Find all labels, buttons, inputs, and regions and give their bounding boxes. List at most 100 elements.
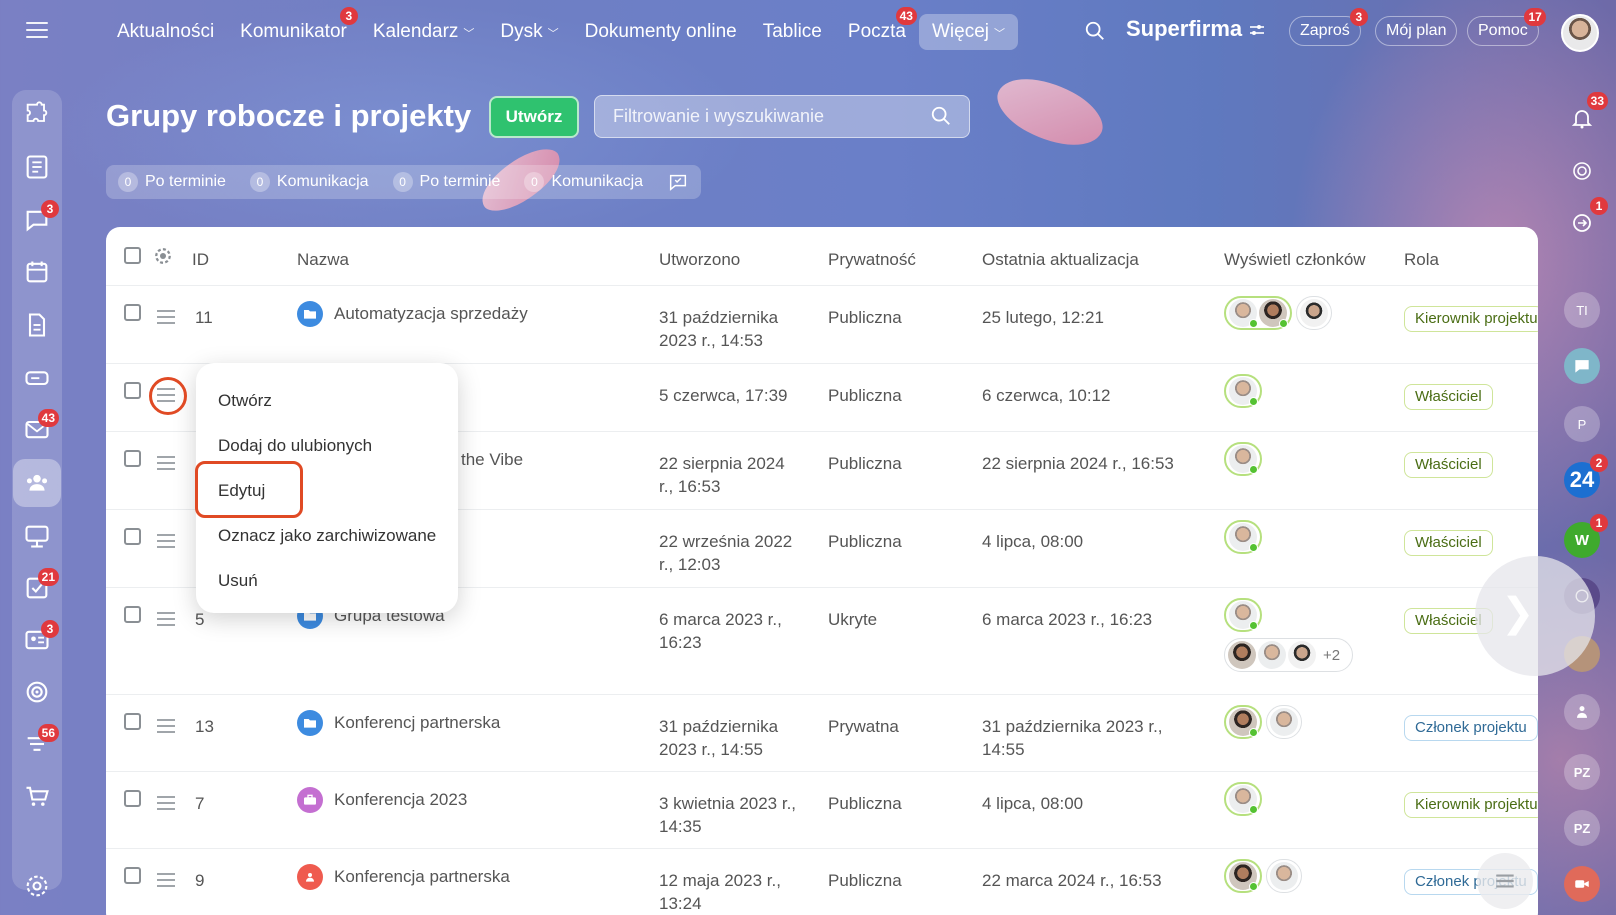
group-name-link[interactable]: Automatyzacja sprzedaży xyxy=(297,301,528,327)
group-name-link[interactable]: Konferencja 2023 xyxy=(297,787,467,813)
row-checkbox[interactable] xyxy=(124,382,141,399)
row-menu-icon[interactable] xyxy=(157,534,175,548)
group-name-link[interactable]: the Vibe xyxy=(461,448,523,471)
w-contact-avatar[interactable]: W1 xyxy=(1564,514,1608,558)
cart-icon[interactable] xyxy=(23,782,51,810)
bitrix24-button[interactable]: 24 2 xyxy=(1564,454,1608,498)
row-menu-icon[interactable] xyxy=(157,719,175,733)
presentation-icon[interactable] xyxy=(23,522,51,550)
more-members-count[interactable]: +2 xyxy=(1323,647,1340,664)
counter-overdue[interactable]: 0 Po terminie xyxy=(118,172,226,192)
search-icon[interactable] xyxy=(1084,20,1106,42)
column-header-last-update[interactable]: Ostatnia aktualizacja xyxy=(982,250,1139,270)
scroll-right-button[interactable]: ❯ xyxy=(1475,556,1595,676)
member-avatar[interactable] xyxy=(1229,708,1258,737)
nav-item-drive[interactable]: Dysk ﹀ xyxy=(487,14,571,50)
invite-button[interactable]: Zaproś 3 xyxy=(1289,8,1368,46)
feed-filter-icon[interactable]: 56 xyxy=(23,724,59,758)
members-list[interactable] xyxy=(1224,782,1266,816)
gear-icon[interactable] xyxy=(154,247,172,265)
news-feed-icon[interactable] xyxy=(23,153,51,181)
members-list[interactable] xyxy=(1224,705,1306,739)
chat-icon[interactable]: 3 xyxy=(23,200,59,234)
member-avatar[interactable] xyxy=(1270,862,1298,890)
member-avatar[interactable] xyxy=(1229,785,1258,814)
menu-item-delete[interactable]: Usuń xyxy=(218,571,258,591)
member-avatar[interactable] xyxy=(1229,445,1258,474)
menu-item-archive[interactable]: Oznacz jako zarchiwizowane xyxy=(218,526,436,546)
mail-icon[interactable]: 43 xyxy=(23,409,59,443)
member-avatar[interactable] xyxy=(1288,641,1316,669)
members-list[interactable] xyxy=(1224,442,1266,476)
member-avatar[interactable] xyxy=(1229,862,1258,891)
bell-icon[interactable]: 33 xyxy=(1564,92,1608,136)
settings-gear-icon[interactable] xyxy=(23,872,51,900)
create-button[interactable]: Utwórz xyxy=(489,96,579,138)
my-plan-button[interactable]: Mój plan xyxy=(1375,16,1458,46)
table-row[interactable]: 9 Konferencja partnerska 12 maja 2023 r.… xyxy=(106,848,1538,915)
settings-sliders-icon[interactable] xyxy=(1249,22,1265,38)
row-checkbox[interactable] xyxy=(124,304,141,321)
drive-icon[interactable] xyxy=(23,363,51,391)
table-row[interactable]: 11 Automatyzacja sprzedaży 31 październi… xyxy=(106,285,1538,363)
row-checkbox[interactable] xyxy=(124,867,141,884)
select-all-checkbox[interactable] xyxy=(124,247,141,264)
nav-item-news[interactable]: Aktualności xyxy=(104,14,227,50)
initials-avatar[interactable]: PZ xyxy=(1564,810,1600,846)
row-checkbox[interactable] xyxy=(124,528,141,545)
member-avatar[interactable] xyxy=(1229,523,1258,552)
tasks-icon[interactable]: 21 xyxy=(23,568,59,602)
column-header-role[interactable]: Rola xyxy=(1404,250,1439,270)
members-list[interactable] xyxy=(1224,859,1306,893)
user-avatar[interactable] xyxy=(1561,14,1599,52)
member-avatar[interactable] xyxy=(1258,641,1286,669)
chat-bubble-icon[interactable] xyxy=(1564,348,1600,384)
members-list[interactable]: +2 xyxy=(1224,638,1357,672)
member-avatar[interactable] xyxy=(1300,299,1328,327)
column-header-name[interactable]: Nazwa xyxy=(297,250,349,270)
crm-icon[interactable]: 3 xyxy=(23,620,59,654)
members-list[interactable] xyxy=(1224,520,1266,554)
table-row[interactable]: 7 Konferencja 2023 3 kwietnia 2023 r., 1… xyxy=(106,771,1538,848)
video-call-icon[interactable] xyxy=(1564,866,1600,902)
calendar-icon[interactable] xyxy=(23,258,51,286)
counter-communication[interactable]: 0 Komunikacja xyxy=(249,172,369,192)
company-name[interactable]: Superfirma xyxy=(1126,16,1242,42)
nav-item-messenger[interactable]: Komunikator 3 xyxy=(227,7,360,50)
counter-communication[interactable]: 0 Komunikacja xyxy=(524,172,643,192)
target-icon[interactable] xyxy=(23,678,51,706)
group-name-link[interactable]: Konferencj partnerska xyxy=(297,710,500,736)
row-checkbox[interactable] xyxy=(124,450,141,467)
column-header-created[interactable]: Utworzono xyxy=(659,250,740,270)
workgroups-icon[interactable] xyxy=(13,459,61,507)
list-menu-button[interactable] xyxy=(1477,853,1533,909)
initials-avatar[interactable]: TI xyxy=(1564,292,1600,328)
members-list[interactable] xyxy=(1224,296,1336,330)
counter-overdue[interactable]: 0 Po terminie xyxy=(392,172,500,192)
column-header-privacy[interactable]: Prywatność xyxy=(828,250,916,270)
document-icon[interactable] xyxy=(23,311,51,339)
row-checkbox[interactable] xyxy=(124,606,141,623)
menu-item-open[interactable]: Otwórz xyxy=(218,391,272,411)
member-avatar[interactable] xyxy=(1259,299,1288,328)
initials-avatar[interactable]: P xyxy=(1564,406,1600,442)
member-avatar[interactable] xyxy=(1229,299,1258,328)
sync-chat-icon[interactable]: 1 xyxy=(1564,197,1608,241)
nav-item-calendar[interactable]: Kalendarz ﹀ xyxy=(360,14,488,50)
nav-item-mail[interactable]: Poczta 43 xyxy=(835,7,919,50)
search-icon[interactable] xyxy=(930,105,952,127)
table-row[interactable]: 13 Konferencj partnerska 31 października… xyxy=(106,694,1538,771)
nav-item-online-docs[interactable]: Dokumenty online xyxy=(572,14,750,50)
chat-check-icon[interactable] xyxy=(667,171,689,193)
members-list[interactable] xyxy=(1224,374,1266,408)
initials-avatar[interactable]: PZ xyxy=(1564,754,1600,790)
puzzle-icon[interactable] xyxy=(23,100,51,128)
group-icon[interactable] xyxy=(1564,694,1600,730)
column-header-members[interactable]: Wyświetl członków xyxy=(1224,250,1366,270)
member-avatar[interactable] xyxy=(1229,377,1258,406)
row-checkbox[interactable] xyxy=(124,713,141,730)
row-menu-icon[interactable] xyxy=(157,873,175,887)
help-button[interactable]: Pomoc 17 xyxy=(1467,8,1546,46)
members-list[interactable] xyxy=(1224,598,1266,632)
column-header-id[interactable]: ID xyxy=(192,250,209,270)
